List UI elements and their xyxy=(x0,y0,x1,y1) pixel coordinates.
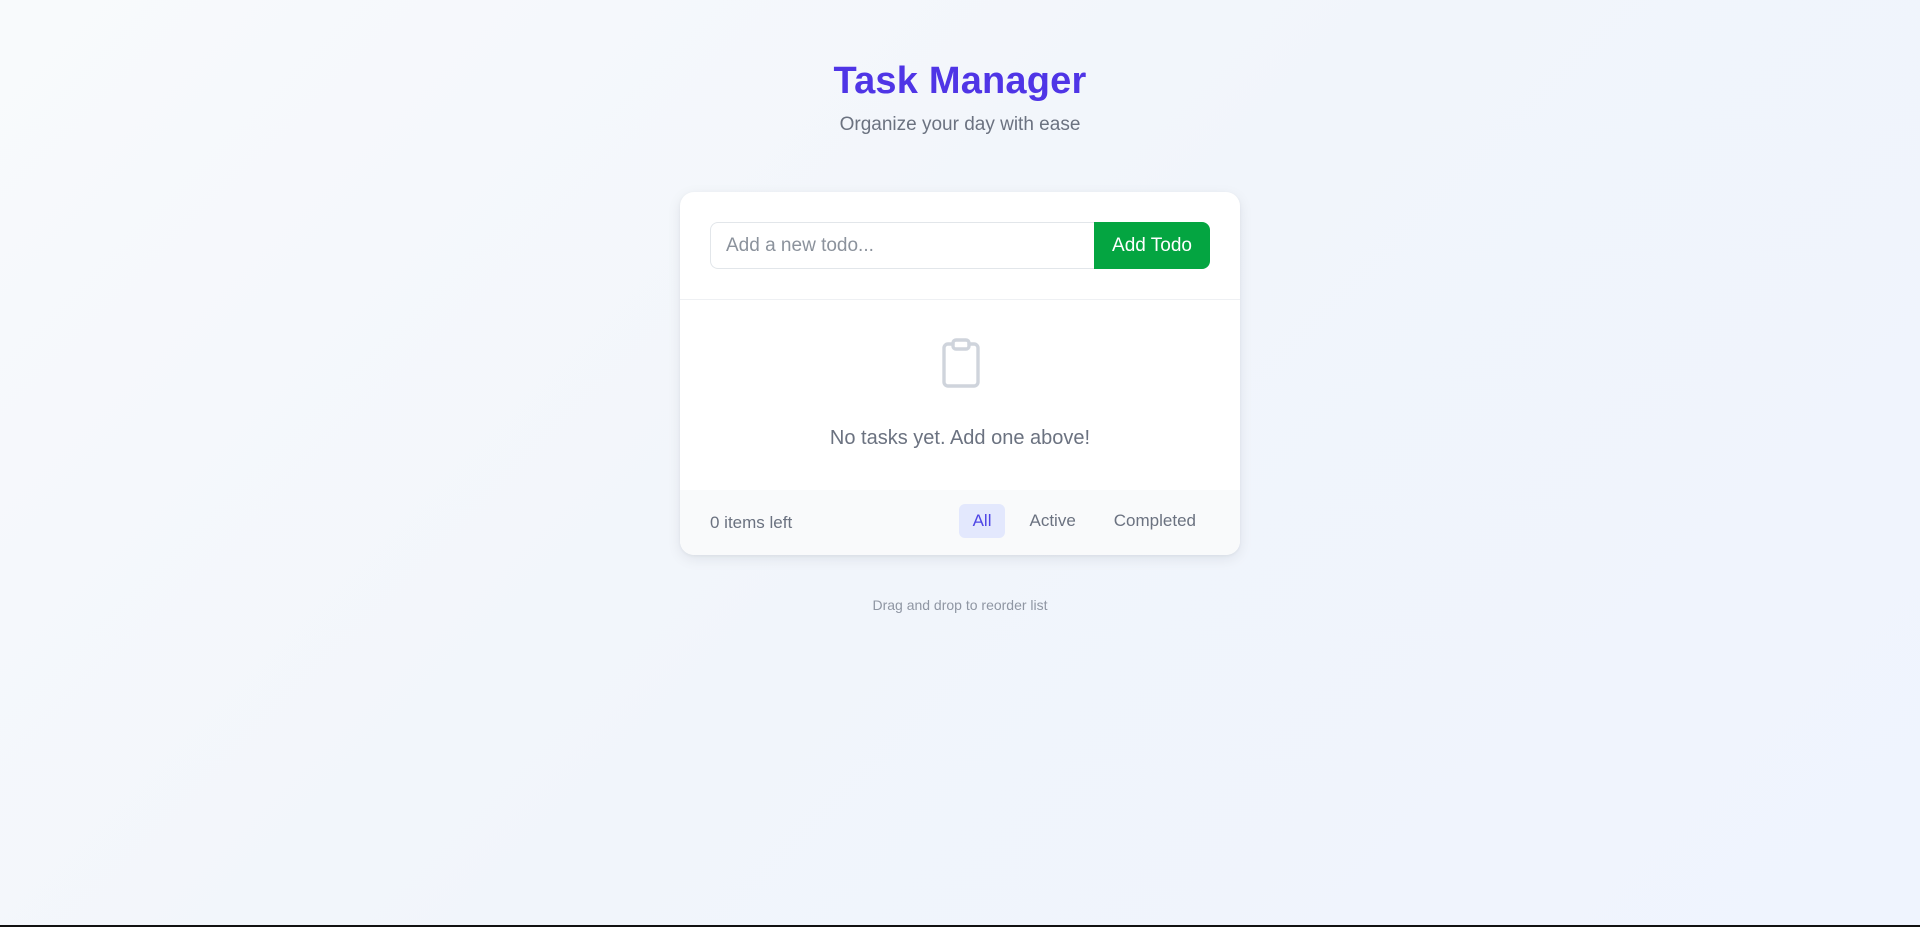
new-todo-input[interactable] xyxy=(710,222,1094,269)
filter-active-button[interactable]: Active xyxy=(1015,504,1089,538)
add-todo-form: Add Todo xyxy=(710,222,1210,269)
todo-footer: 0 items left All Active Completed xyxy=(680,490,1240,555)
items-left-count: 0 items left xyxy=(710,513,793,532)
page-subtitle: Organize your day with ease xyxy=(839,114,1081,135)
reorder-hint: Drag and drop to reorder list xyxy=(872,597,1048,613)
empty-state-message: No tasks yet. Add one above! xyxy=(829,427,1091,449)
filter-group: All Active Completed xyxy=(958,504,1210,538)
app-page: Task Manager Organize your day with ease… xyxy=(0,0,1920,927)
filter-all-button[interactable]: All xyxy=(958,504,1006,538)
empty-state: No tasks yet. Add one above! xyxy=(680,300,1240,482)
filter-completed-button[interactable]: Completed xyxy=(1100,504,1210,538)
page-title: Task Manager xyxy=(833,60,1087,102)
todo-card: Add Todo No tasks yet. Add one above! 0 … xyxy=(680,192,1240,555)
clipboard-icon xyxy=(942,338,980,388)
header: Task Manager Organize your day with ease xyxy=(0,56,1920,138)
add-todo-button[interactable]: Add Todo xyxy=(1094,222,1210,269)
